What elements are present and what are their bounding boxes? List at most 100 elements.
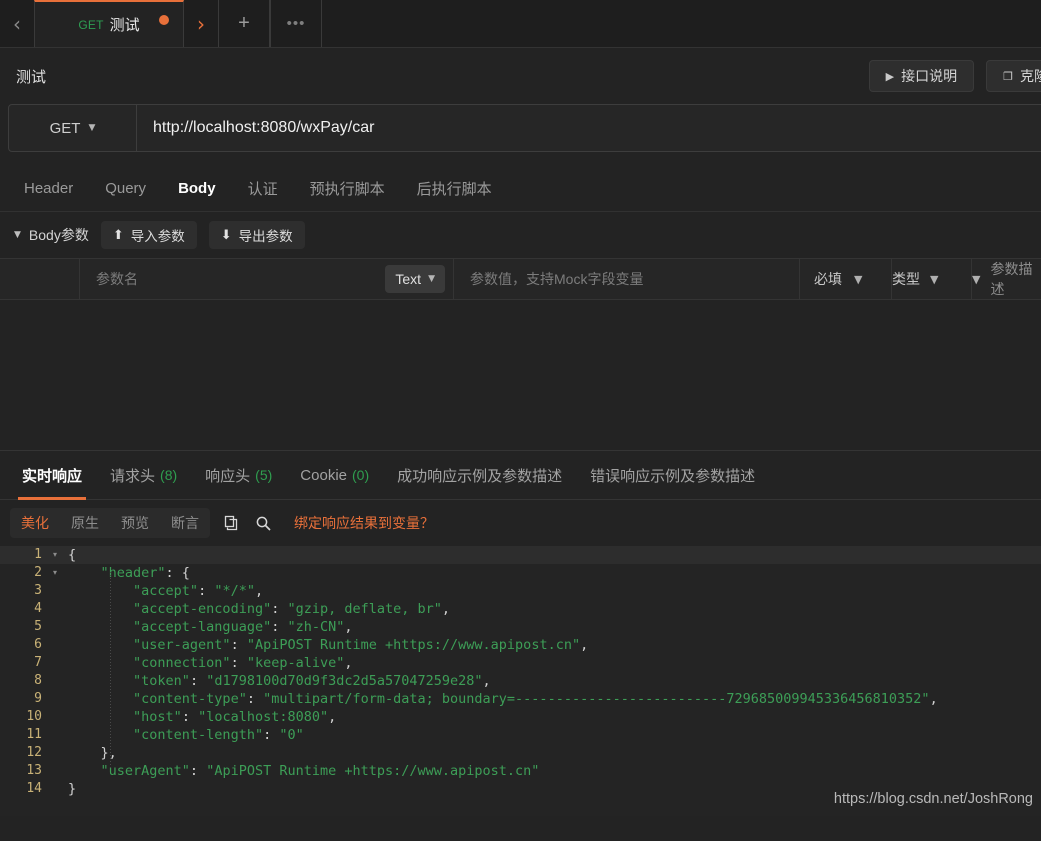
apipost-window: ‹ GET 测试 › + ••• 测试 ▶ 接口说明 ❐ 克隆 GET ▼ ht… [0,0,1041,841]
param-checkbox-cell[interactable] [0,259,80,299]
response-headers-count: (5) [255,467,273,483]
code-text: "content-type": "multipart/form-data; bo… [133,691,938,707]
url-bar: GET ▼ http://localhost:8080/wxPay/car [8,104,1041,152]
code-text: "host": "localhost:8080", [133,709,337,725]
tab-pre-script-wrap: 预执行脚本 [294,165,401,211]
response-section-tabs: 实时响应 请求头 (8) 响应头 (5) Cookie (0) 成功响应示例及参… [0,450,1041,500]
line-number: 7 [34,655,42,670]
line-number: 8 [34,673,42,688]
copy-icon: ❐ [1003,69,1013,83]
code-text: "accept-language": "zh-CN", [133,619,353,635]
tab-pre-script[interactable]: 预执行脚本 [294,165,401,211]
chevron-down-icon: ▼ [854,272,863,286]
response-tab-response-headers[interactable]: 响应头 (5) [191,450,286,500]
response-code-editor[interactable]: 1 ▾{2 ▾ "header": {3 "accept": "*/*", 4 "ac… [0,546,1041,816]
line-number: 9 [34,691,42,706]
arrow-up-icon: ⬆ [112,227,124,243]
chevron-down-icon: ▼ [930,272,939,286]
cookie-count: (0) [352,467,370,483]
clone-button[interactable]: ❐ 克隆 [986,60,1041,92]
param-type-dropdown[interactable]: Text ▼ [385,265,445,293]
import-params-button[interactable]: ⬆ 导入参数 [100,221,197,249]
response-tab-realtime[interactable]: 实时响应 [8,450,96,500]
tab-body[interactable]: Body [162,165,232,211]
line-number: 4 [34,601,42,616]
param-type-cell[interactable]: 类型 ▼ [892,259,972,299]
chevron-down-icon: ▼ [972,272,981,286]
tab-post-script-wrap: 后执行脚本 [401,165,508,211]
search-response-icon[interactable] [255,515,272,532]
response-tab-error-example[interactable]: 错误响应示例及参数描述 [576,450,769,500]
code-text: }, [68,745,117,761]
param-name-cell[interactable]: 参数名 Text ▼ [80,259,454,299]
new-tab-button[interactable]: + [218,0,270,47]
line-number: 14 [26,781,42,796]
code-text: } [68,781,77,797]
request-headers-count: (8) [160,467,178,483]
chevron-down-icon: ▼ [88,123,96,133]
line-number: 2 [34,565,42,580]
tab-query[interactable]: Query [89,165,162,211]
response-tab-success-example[interactable]: 成功响应示例及参数描述 [383,450,576,500]
copy-response-icon[interactable] [224,515,241,532]
code-text: "userAgent": "ApiPOST Runtime +https://w… [100,763,540,779]
line-number: 3 [34,583,42,598]
code-line: 2 ▾ "header": { [0,564,1041,582]
tab-post-script[interactable]: 后执行脚本 [401,165,508,211]
tab-query-wrap: Query [89,165,162,211]
api-header-row: 测试 ▶ 接口说明 ❐ 克隆 [0,48,1041,104]
line-number: 11 [26,727,42,742]
param-value-cell[interactable]: 参数值，支持Mock字段变量 [454,259,800,299]
request-tab-test[interactable]: GET 测试 [34,0,184,47]
code-text: "connection": "keep-alive", [133,655,353,671]
code-line: 1 ▾ { [0,546,1041,564]
fold-toggle-icon[interactable]: ▾ [48,564,62,582]
response-tab-request-headers[interactable]: 请求头 (8) [96,450,191,500]
tab-auth[interactable]: 认证 [232,165,294,211]
url-text: http://localhost:8080/wxPay/car [153,119,375,136]
code-line: 3 "accept": "*/*", [0,582,1041,600]
body-params-collapser[interactable]: ▼ Body参数 [14,225,89,245]
code-text: "accept": "*/*", [133,583,264,599]
response-tab-realtime-label: 实时响应 [22,467,83,485]
tab-method-label: GET [78,17,104,32]
code-line: 11 "content-length": "0" [0,726,1041,744]
url-input[interactable]: http://localhost:8080/wxPay/car [137,105,1041,151]
view-raw-button[interactable]: 原生 [60,508,110,538]
tab-more-button[interactable]: ••• [270,0,322,47]
tab-auth-wrap: 认证 [232,165,294,211]
active-tab-underline [18,497,87,500]
code-text: "token": "d1798100d70d9f3dc2d5a57047259e… [133,673,491,689]
params-table-row: 参数名 Text ▼ 参数值，支持Mock字段变量 必填 ▼ 类型 ▼ ▼ 参数… [0,258,1041,300]
view-assert-button[interactable]: 断言 [160,508,210,538]
tab-header[interactable]: Header [8,165,89,211]
line-number: 13 [26,763,42,778]
line-number: 12 [26,745,42,760]
code-text: "accept-encoding": "gzip, deflate, br", [133,601,451,617]
param-required-label: 必填 [814,271,842,287]
export-params-button[interactable]: ⬇ 导出参数 [208,221,305,249]
request-section-tabs: Header Query Body 认证 预执行脚本 后执行脚本 [0,166,1041,212]
view-preview-button[interactable]: 预览 [110,508,160,538]
code-line: 12 }, [0,744,1041,762]
fold-toggle-icon[interactable]: ▾ [48,546,62,564]
response-tab-response-headers-label: 响应头 [205,467,251,485]
http-method-select[interactable]: GET ▼ [9,105,137,151]
line-number: 5 [34,619,42,634]
bind-response-to-variable-link[interactable]: 绑定响应结果到变量？ [294,513,434,533]
response-tab-cookie[interactable]: Cookie (0) [286,450,383,500]
param-type-value: Text [395,271,422,287]
api-doc-label: 接口说明 [901,68,958,84]
code-text: "user-agent": "ApiPOST Runtime +https://… [133,637,589,653]
param-required-cell[interactable]: 必填 ▼ [800,259,892,299]
tab-nav-next-icon[interactable]: › [184,0,218,47]
response-tab-success-example-label: 成功响应示例及参数描述 [397,467,563,485]
code-line: 13 "userAgent": "ApiPOST Runtime +https:… [0,762,1041,780]
body-empty-area [0,300,1041,450]
api-doc-button[interactable]: ▶ 接口说明 [868,60,975,92]
tab-header-wrap: Header [8,165,89,211]
param-desc-cell[interactable]: ▼ 参数描述 [972,259,1041,299]
tab-nav-prev-icon[interactable]: ‹ [0,0,34,47]
chevron-down-icon: ▼ [428,274,435,284]
view-pretty-button[interactable]: 美化 [10,508,60,538]
